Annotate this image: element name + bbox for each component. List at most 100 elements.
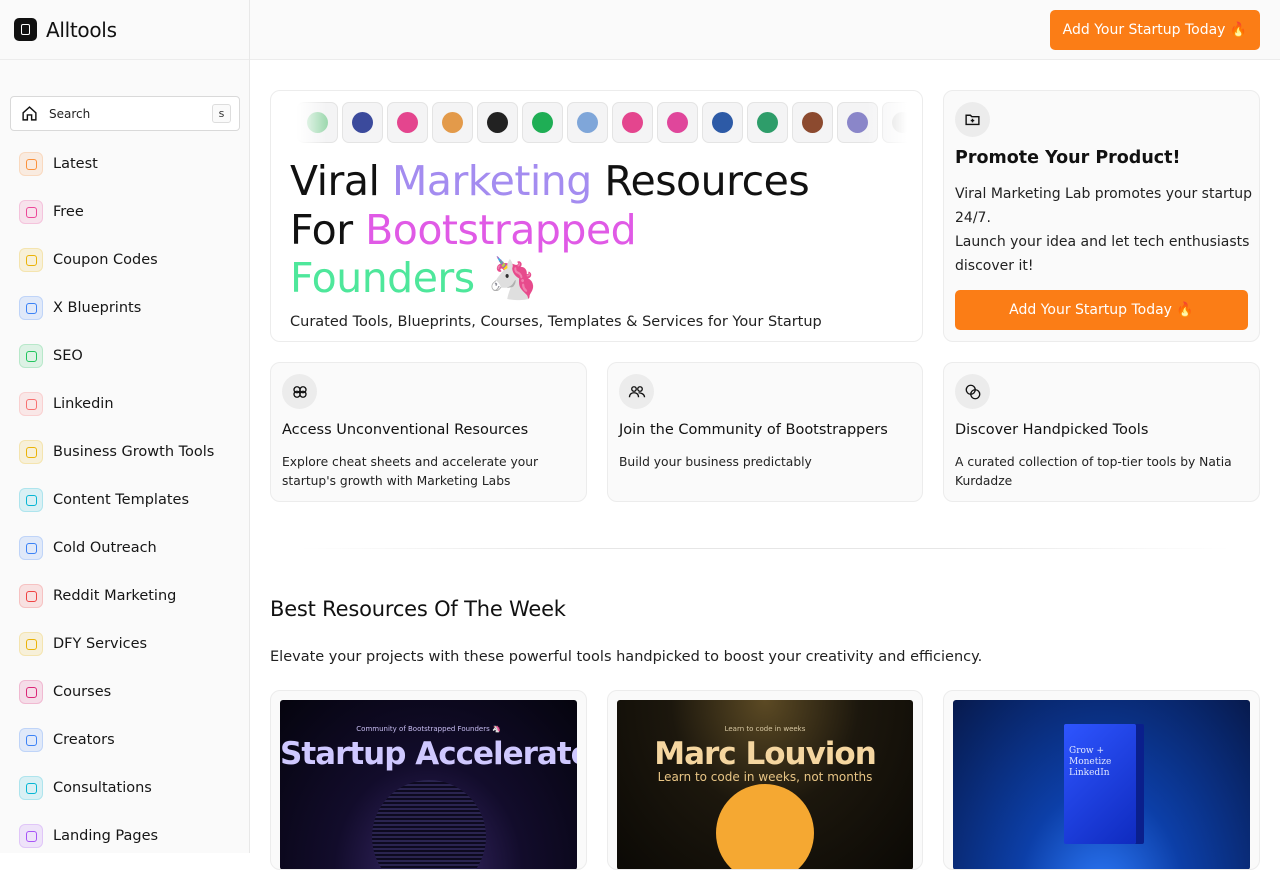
thumbnail-title: Startup Accelerator [280,736,577,772]
founder-avatar[interactable] [477,102,518,143]
founder-avatar[interactable] [612,102,653,143]
brand-name: Alltools [46,17,117,42]
promote-text-line2: Launch your idea and let tech enthusiast… [955,234,1250,274]
sidebar-item-label: Business Growth Tools [53,444,215,460]
thumbnail-caption: Learn to code in weeks [724,725,806,733]
promote-card: Promote Your Product! Viral Marketing La… [943,90,1260,342]
search-label: Search [49,106,91,121]
feature-card[interactable]: Join the Community of Bootstrappers Buil… [607,362,923,502]
thumbnail-subtitle: Learn to code in weeks, not months [657,770,873,784]
promote-add-startup-button[interactable]: Add Your Startup Today 🔥 [955,290,1248,330]
founder-avatar[interactable] [837,102,878,143]
sidebar-item-seo[interactable]: SEO [0,332,250,380]
section-title: Best Resources Of The Week [270,597,566,621]
sidebar-item-label: Courses [53,684,112,700]
founder-avatar[interactable] [747,102,788,143]
feature-title: Join the Community of Bootstrappers [619,422,888,438]
promote-text: Viral Marketing Lab promotes your startu… [955,182,1255,278]
bell-icon [19,440,43,464]
resource-thumbnail: Grow + Monetize LinkedIn [953,700,1250,869]
resource-thumbnail: Community of Bootstrapped Founders 🦄 Sta… [280,700,577,869]
feature-title: Discover Handpicked Tools [955,422,1149,438]
thumbnail-title: Grow + Monetize LinkedIn [1069,746,1112,778]
folder-plus-icon [955,102,990,137]
wallet-icon [19,200,43,224]
sidebar-item-label: Consultations [53,780,152,796]
feature-text: A curated collection of top-tier tools b… [955,455,1232,488]
database-icon [19,680,43,704]
founder-avatar[interactable] [567,102,608,143]
section-subtitle: Elevate your projects with these powerfu… [270,649,983,665]
hero-headline: Viral Marketing Resources For Bootstrapp… [290,157,810,303]
founder-avatar[interactable] [657,102,698,143]
circles-icon [955,374,990,409]
sidebar-item-linkedin[interactable]: Linkedin [0,380,250,428]
sidebar-item-reddit-marketing[interactable]: Reddit Marketing [0,572,250,620]
feature-title: Access Unconventional Resources [282,422,529,438]
headline-word: Viral [290,157,392,205]
reddit-icon [19,584,43,608]
phone-icon [19,776,43,800]
founder-avatar[interactable] [387,102,428,143]
sidebar-item-label: Free [53,204,84,220]
tree-icon [19,344,43,368]
brand[interactable]: Alltools [0,0,249,60]
sidebar-item-courses[interactable]: Courses [0,668,250,716]
sidebar-item-label: X Blueprints [53,300,142,316]
resource-card[interactable]: Learn to code in weeks Marc Louvion Lear… [607,690,923,870]
resource-card[interactable]: Community of Bootstrapped Founders 🦄 Sta… [270,690,587,870]
topbar: Add Your Startup Today 🔥 [250,0,1280,60]
founder-avatar[interactable] [792,102,833,143]
sidebar-item-content-templates[interactable]: Content Templates [0,476,250,524]
hero-subtitle: Curated Tools, Blueprints, Courses, Temp… [290,314,822,330]
sidebar-item-dfy-services[interactable]: DFY Services [0,620,250,668]
sidebar-item-label: Latest [53,156,98,172]
founder-avatar[interactable] [522,102,563,143]
headline-word: For [290,205,366,254]
sidebar-item-coupon-codes[interactable]: Coupon Codes [0,236,250,284]
ticket-icon [19,248,43,272]
search-shortcut-badge: s [212,104,231,123]
founder-avatar[interactable] [882,102,907,143]
sidebar-item-consultations[interactable]: Consultations [0,764,250,812]
resource-card[interactable]: Grow + Monetize LinkedIn [943,690,1260,870]
sidebar-item-label: Linkedin [53,396,114,412]
feature-card[interactable]: Discover Handpicked Tools A curated coll… [943,362,1260,502]
search-button[interactable]: Search s [10,96,240,131]
thumbnail-title: Marc Louvion [654,736,877,772]
sidebar-item-cold-outreach[interactable]: Cold Outreach [0,524,250,572]
feature-card[interactable]: Access Unconventional Resources Explore … [270,362,587,502]
bike-icon [19,632,43,656]
pencil-icon [19,488,43,512]
feature-text: Explore cheat sheets and accelerate your… [282,455,539,488]
sidebar-item-free[interactable]: Free [0,188,250,236]
sidebar-item-label: SEO [53,348,83,364]
layout-icon [19,824,43,848]
sidebar-item-business-growth-tools[interactable]: Business Growth Tools [0,428,250,476]
sidebar-nav: Latest Free Coupon Codes X Blueprints SEO Lin… [0,140,250,860]
feature-text: Build your business predictably [619,455,812,469]
sidebar: Alltools Search s Latest Free Coupon Codes… [0,0,250,853]
book-cover [1064,724,1136,844]
pen-icon [19,392,43,416]
resource-thumbnail: Learn to code in weeks Marc Louvion Lear… [617,700,913,869]
grid-icon [19,152,43,176]
sidebar-item-creators[interactable]: Creators [0,716,250,764]
headline-word: Resources [591,157,810,205]
sidebar-item-label: Landing Pages [53,828,159,844]
founder-avatar[interactable] [342,102,383,143]
thumbnail-portrait [716,784,814,869]
sidebar-item-x-blueprints[interactable]: X Blueprints [0,284,250,332]
founder-avatar[interactable] [702,102,743,143]
promote-text-line1: Viral Marketing Lab promotes your startu… [955,186,1253,226]
sidebar-item-label: Creators [53,732,115,748]
alltools-logo-icon [14,18,37,41]
add-startup-button[interactable]: Add Your Startup Today 🔥 [1050,10,1260,50]
headline-highlight: Marketing [391,157,592,205]
headline-highlight: Bootstrapped [365,205,637,254]
hero-card: Viral Marketing Resources For Bootstrapp… [270,90,923,342]
thumbnail-caption: Community of Bootstrapped Founders 🦄 [356,725,501,733]
sidebar-item-latest[interactable]: Latest [0,140,250,188]
founder-avatar[interactable] [297,102,338,143]
founder-avatar[interactable] [432,102,473,143]
